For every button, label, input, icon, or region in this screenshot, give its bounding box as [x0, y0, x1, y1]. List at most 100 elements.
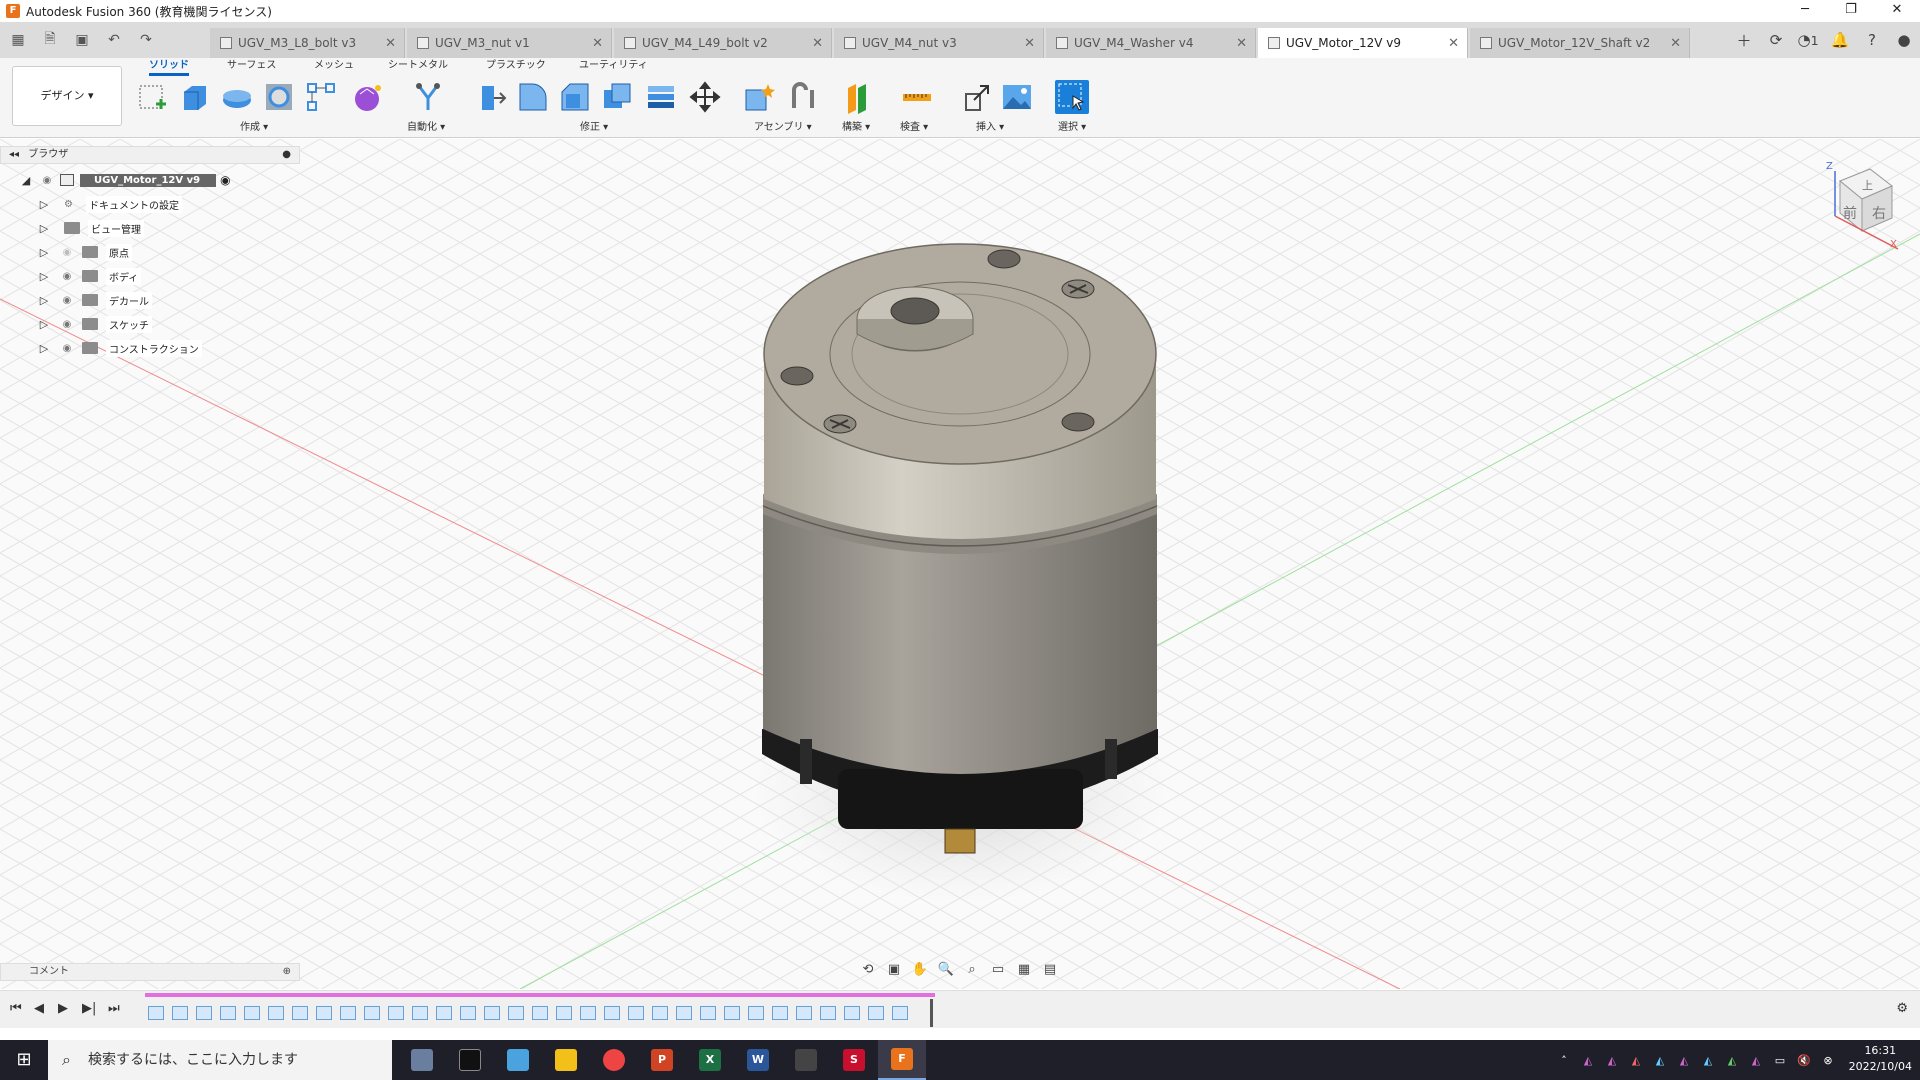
new-tab-icon[interactable]: ＋: [1728, 30, 1760, 51]
notifications-icon[interactable]: 🔔: [1824, 31, 1856, 49]
tab-sheet-metal[interactable]: シートメタル: [388, 58, 448, 76]
taskbar-app-fusion[interactable]: F: [878, 1040, 926, 1080]
create-form-icon[interactable]: [350, 80, 384, 114]
browser-item-named-views[interactable]: ▷ ビュー管理: [0, 216, 300, 240]
taskbar-search-box[interactable]: ⌕ 検索するには、ここに入力します: [48, 1040, 392, 1080]
viewports-icon[interactable]: ▤: [1037, 962, 1063, 984]
tab-solid[interactable]: ソリッド: [149, 58, 189, 76]
close-tab-icon[interactable]: ✕: [812, 36, 823, 51]
timeline-feature-icon[interactable]: [412, 1006, 428, 1020]
collapse-triangle-icon[interactable]: ◢: [20, 174, 32, 187]
visibility-eye-icon[interactable]: ◉: [40, 175, 54, 186]
timeline-feature-icon[interactable]: [268, 1006, 284, 1020]
tab-utilities[interactable]: ユーティリティ: [579, 58, 648, 76]
press-pull-icon[interactable]: [474, 80, 508, 114]
chamfer-icon[interactable]: [558, 80, 592, 114]
timeline-feature-icon[interactable]: [244, 1006, 260, 1020]
orbit-icon[interactable]: ⟲: [855, 962, 881, 984]
timeline-feature-icon[interactable]: [148, 1006, 164, 1020]
viewcube[interactable]: 上 前 右 Z X: [1810, 161, 1900, 251]
expand-triangle-icon[interactable]: ▷: [38, 318, 50, 331]
taskbar-app-terminal[interactable]: [446, 1040, 494, 1080]
hole-icon[interactable]: [262, 80, 296, 114]
timeline-feature-icon[interactable]: [220, 1006, 236, 1020]
extrude-icon[interactable]: [178, 80, 212, 114]
volume-muted-icon[interactable]: 🔇: [1792, 1054, 1816, 1067]
measure-icon[interactable]: [900, 80, 934, 114]
play-icon[interactable]: ▶: [58, 1001, 68, 1016]
tray-app-icon[interactable]: ◭: [1696, 1054, 1720, 1067]
pan-icon[interactable]: ✋: [907, 962, 933, 984]
redo-icon[interactable]: ↷: [134, 32, 158, 48]
timeline-feature-icon[interactable]: [748, 1006, 764, 1020]
pattern-icon[interactable]: [304, 80, 338, 114]
visibility-eye-icon[interactable]: ◉: [60, 295, 74, 306]
visibility-eye-icon[interactable]: ◉: [60, 319, 74, 330]
step-forward-icon[interactable]: ▶|: [82, 1001, 96, 1016]
zoom-icon[interactable]: 🔍: [933, 962, 959, 984]
viewcube-top-label[interactable]: 上: [1862, 177, 1873, 193]
expand-triangle-icon[interactable]: ▷: [38, 270, 50, 283]
doc-tab[interactable]: UGV_M3_nut v1 ✕: [407, 28, 612, 58]
tray-app-icon[interactable]: ◭: [1672, 1054, 1696, 1067]
expand-triangle-icon[interactable]: ▷: [38, 342, 50, 355]
timeline-feature-icon[interactable]: [172, 1006, 188, 1020]
visibility-eye-icon[interactable]: ◉: [60, 271, 74, 282]
viewcube-right-label[interactable]: 右: [1872, 203, 1886, 223]
close-tab-icon[interactable]: ✕: [1236, 36, 1247, 51]
doc-tab[interactable]: UGV_M3_L8_bolt v3 ✕: [210, 28, 405, 58]
doc-tab[interactable]: UGV_Motor_12V_Shaft v2 ✕: [1470, 28, 1690, 58]
file-menu-icon[interactable]: 🗎: [38, 28, 62, 52]
doc-tab[interactable]: UGV_M4_nut v3 ✕: [834, 28, 1044, 58]
insert-canvas-icon[interactable]: [1000, 80, 1034, 114]
tray-chevron-icon[interactable]: ˄: [1552, 1054, 1576, 1067]
tab-surface[interactable]: サーフェス: [227, 58, 276, 76]
timeline-feature-icon[interactable]: [820, 1006, 836, 1020]
data-panel-grid-icon[interactable]: ▦: [6, 32, 30, 48]
timeline-marker[interactable]: [930, 999, 933, 1027]
combine-icon[interactable]: [644, 80, 678, 114]
tray-app-icon[interactable]: ◭: [1576, 1054, 1600, 1067]
comments-panel[interactable]: コメント ⊕: [0, 963, 300, 981]
close-tab-icon[interactable]: ✕: [1670, 36, 1681, 51]
add-comment-icon[interactable]: ⊕: [283, 964, 291, 980]
timeline-feature-icon[interactable]: [508, 1006, 524, 1020]
expand-triangle-icon[interactable]: ▷: [38, 294, 50, 307]
create-menu[interactable]: 作成 ▾: [240, 118, 268, 133]
timeline-feature-icon[interactable]: [364, 1006, 380, 1020]
tray-app-icon[interactable]: ◭: [1744, 1054, 1768, 1067]
go-to-start-icon[interactable]: ⏮: [10, 1001, 22, 1016]
timeline-feature-icon[interactable]: [652, 1006, 668, 1020]
browser-item-sketches[interactable]: ▷ ◉ スケッチ: [0, 312, 300, 336]
timeline-feature-icon[interactable]: [388, 1006, 404, 1020]
browser-root-component[interactable]: ◢ ◉ UGV_Motor_12V v9 ◉: [0, 168, 300, 192]
timeline-feature-icon[interactable]: [724, 1006, 740, 1020]
taskbar-app-chrome[interactable]: [590, 1040, 638, 1080]
close-window-button[interactable]: ✕: [1874, 0, 1920, 22]
taskbar-app-notepad[interactable]: [494, 1040, 542, 1080]
look-at-icon[interactable]: ▣: [881, 962, 907, 984]
modify-menu[interactable]: 修正 ▾: [580, 118, 608, 133]
visibility-eye-icon[interactable]: ◉: [60, 343, 74, 354]
grid-settings-icon[interactable]: ▦: [1011, 962, 1037, 984]
move-copy-icon[interactable]: [688, 80, 722, 114]
tray-app-icon[interactable]: ◭: [1600, 1054, 1624, 1067]
taskbar-app-misc[interactable]: [782, 1040, 830, 1080]
timeline-feature-icon[interactable]: [580, 1006, 596, 1020]
new-component-icon[interactable]: [742, 80, 776, 114]
doc-tab-active[interactable]: UGV_Motor_12V v9 ✕: [1258, 28, 1468, 58]
timeline-feature-icon[interactable]: [340, 1006, 356, 1020]
tab-plastic[interactable]: プラスチック: [486, 58, 546, 76]
extensions-icon[interactable]: ⟳: [1760, 31, 1792, 49]
tray-close-icon[interactable]: ⊗: [1816, 1054, 1840, 1067]
user-avatar[interactable]: ●: [1888, 31, 1920, 49]
save-icon[interactable]: ▣: [70, 32, 94, 48]
undo-icon[interactable]: ↶: [102, 32, 126, 48]
browser-item-construction[interactable]: ▷ ◉ コンストラクション: [0, 336, 300, 360]
timeline-feature-icon[interactable]: [868, 1006, 884, 1020]
automate-icon[interactable]: [411, 80, 445, 114]
timeline-feature-icon[interactable]: [196, 1006, 212, 1020]
timeline-feature-icon[interactable]: [316, 1006, 332, 1020]
close-tab-icon[interactable]: ✕: [1448, 36, 1459, 51]
workspace-switcher[interactable]: デザイン ▾: [12, 66, 122, 126]
